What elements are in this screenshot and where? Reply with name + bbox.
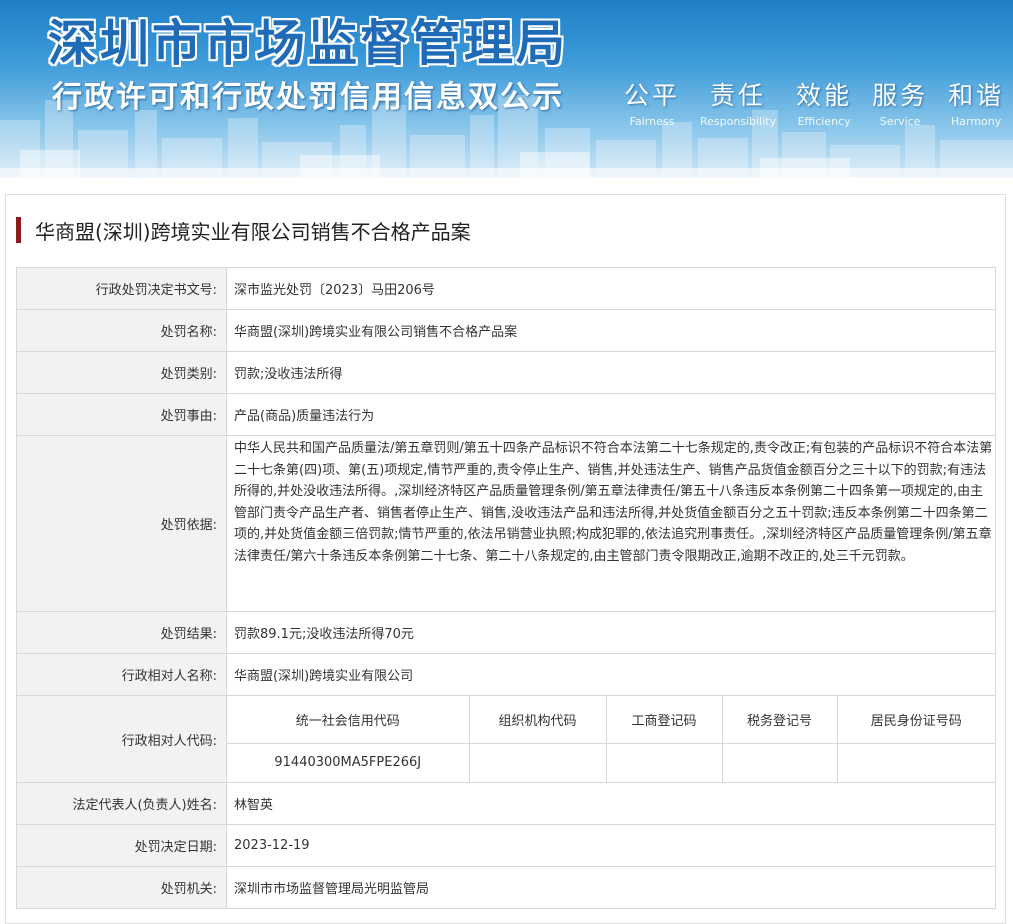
slogans: 公平 Fairness 责任 Responsibility 效能 Efficie… — [624, 76, 1004, 128]
slogan-zh: 公平 — [624, 81, 681, 110]
business-reg-value — [605, 742, 723, 782]
case-heading: 华商盟(深圳)跨境实业有限公司销售不合格产品案 — [16, 215, 471, 245]
site-banner: 深圳市市场监督管理局 行政许可和行政处罚信用信息双公示 公平 Fairness … — [0, 0, 1013, 178]
heading-accent-bar — [16, 217, 21, 243]
code-header: 统一社会信用代码 — [227, 696, 470, 744]
slogan-en: Efficiency — [797, 115, 851, 128]
party-code-table: 统一社会信用代码 组织机构代码 工商登记码 税务登记号 居民身份证号码 9144… — [227, 696, 995, 782]
page-title: 华商盟(深圳)跨境实业有限公司销售不合格产品案 — [35, 219, 471, 244]
penalty-info-table: 行政处罚决定书文号: 深市监光处罚〔2023〕马田206号 处罚名称: 华商盟(… — [16, 267, 996, 909]
code-header: 税务登记号 — [721, 696, 838, 744]
slogan-responsibility: 责任 Responsibility — [700, 76, 776, 128]
table-row: 行政相对人名称: 华商盟(深圳)跨境实业有限公司 — [16, 653, 996, 696]
legal-rep-value: 林智英 — [226, 782, 996, 825]
penalty-type-value: 罚款;没收违法所得 — [226, 351, 996, 394]
penalty-result-value: 罚款89.1元;没收违法所得70元 — [226, 611, 996, 654]
code-header: 组织机构代码 — [468, 696, 607, 744]
field-label: 行政相对人代码: — [16, 695, 227, 783]
table-row: 处罚类别: 罚款;没收违法所得 — [16, 351, 996, 394]
slogan-en: Service — [879, 115, 921, 128]
field-label: 处罚名称: — [16, 309, 227, 352]
field-label: 处罚事由: — [16, 393, 227, 436]
slogan-harmony: 和谐 Harmony — [948, 76, 1004, 128]
field-label: 法定代表人(负责人)姓名: — [16, 782, 227, 825]
slogan-en: Responsibility — [700, 115, 777, 128]
table-row: 处罚事由: 产品(商品)质量违法行为 — [16, 393, 996, 436]
table-row: 处罚依据: 中华人民共和国产品质量法/第五章罚则/第五十四条产品标识不符合本法第… — [16, 435, 996, 612]
decision-date-value: 2023-12-19 — [226, 824, 996, 867]
tax-reg-value — [721, 742, 838, 782]
field-label: 行政处罚决定书文号: — [16, 267, 227, 310]
table-row: 行政处罚决定书文号: 深市监光处罚〔2023〕马田206号 — [16, 267, 996, 310]
field-label: 处罚结果: — [16, 611, 227, 654]
slogan-fairness: 公平 Fairness — [624, 76, 680, 128]
site-subtitle: 行政许可和行政处罚信用信息双公示 — [52, 80, 564, 115]
code-header: 居民身份证号码 — [836, 696, 995, 744]
penalty-basis-value: 中华人民共和国产品质量法/第五章罚则/第五十四条产品标识不符合本法第二十七条规定… — [226, 435, 996, 612]
id-number-value — [836, 742, 995, 782]
field-label: 处罚类别: — [16, 351, 227, 394]
slogan-zh: 和谐 — [948, 81, 1005, 110]
slogan-zh: 责任 — [710, 81, 767, 110]
table-row: 处罚决定日期: 2023-12-19 — [16, 824, 996, 867]
party-name-value: 华商盟(深圳)跨境实业有限公司 — [226, 653, 996, 696]
content-panel: 华商盟(深圳)跨境实业有限公司销售不合格产品案 行政处罚决定书文号: 深市监光处… — [5, 194, 1006, 924]
slogan-zh: 效能 — [796, 81, 853, 110]
penalty-name-value: 华商盟(深圳)跨境实业有限公司销售不合格产品案 — [226, 309, 996, 352]
slogan-en: Fairness — [629, 115, 675, 128]
table-row: 处罚名称: 华商盟(深圳)跨境实业有限公司销售不合格产品案 — [16, 309, 996, 352]
code-header-row: 统一社会信用代码 组织机构代码 工商登记码 税务登记号 居民身份证号码 — [227, 696, 995, 744]
code-value-row: 91440300MA5FPE266J — [227, 742, 995, 782]
slogan-en: Harmony — [951, 115, 1002, 128]
slogan-service: 服务 Service — [872, 76, 928, 128]
field-label: 处罚依据: — [16, 435, 227, 612]
table-row: 处罚机关: 深圳市市场监督管理局光明监管局 — [16, 866, 996, 909]
authority-value: 深圳市市场监督管理局光明监管局 — [226, 866, 996, 909]
penalty-reason-value: 产品(商品)质量违法行为 — [226, 393, 996, 436]
org-code-value — [468, 742, 607, 782]
table-row: 法定代表人(负责人)姓名: 林智英 — [16, 782, 996, 825]
table-row: 处罚结果: 罚款89.1元;没收违法所得70元 — [16, 611, 996, 654]
field-label: 行政相对人名称: — [16, 653, 227, 696]
table-row: 行政相对人代码: 统一社会信用代码 组织机构代码 工商登记码 税务登记号 居民身… — [16, 695, 996, 783]
field-label: 处罚决定日期: — [16, 824, 227, 867]
credit-code-value: 91440300MA5FPE266J — [227, 742, 470, 782]
field-label: 处罚机关: — [16, 866, 227, 909]
agency-title: 深圳市市场监督管理局 — [48, 15, 569, 72]
code-header: 工商登记码 — [605, 696, 723, 744]
slogan-zh: 服务 — [872, 81, 929, 110]
slogan-efficiency: 效能 Efficiency — [796, 76, 852, 128]
party-code-cell: 统一社会信用代码 组织机构代码 工商登记码 税务登记号 居民身份证号码 9144… — [226, 695, 996, 783]
decision-number-value: 深市监光处罚〔2023〕马田206号 — [226, 267, 996, 310]
